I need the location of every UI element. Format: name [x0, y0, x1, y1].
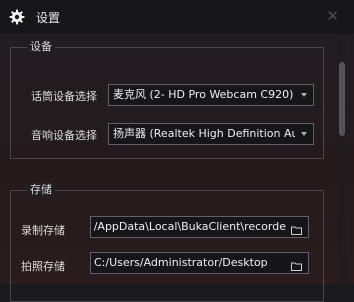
device-group: 设备 话筒设备选择 麦克风 (2- HD Pro Webcam C920) 音响… — [10, 40, 324, 159]
scrollbar-thumb[interactable] — [339, 62, 345, 136]
title-bar: 设置 ✕ — [0, 0, 354, 34]
folder-icon[interactable] — [291, 258, 302, 271]
record-path-value: C:/Users/Administrator/AppData\Local\Buk… — [94, 220, 286, 233]
record-path-field[interactable]: C:/Users/Administrator/AppData\Local\Buk… — [90, 216, 309, 238]
storage-group-title: 存储 — [27, 183, 55, 197]
storage-group: 存储 录制存储 C:/Users/Administrator/AppData\L… — [10, 183, 324, 302]
scrollbar[interactable] — [338, 34, 346, 284]
close-icon[interactable]: ✕ — [326, 7, 339, 25]
settings-content: 设备 话筒设备选择 麦克风 (2- HD Pro Webcam C920) 音响… — [0, 34, 354, 302]
speaker-select-value: 扬声器 (Realtek High Definition Audio) — [113, 127, 295, 140]
speaker-label: 音响设备选择 — [31, 129, 97, 142]
folder-icon[interactable] — [291, 222, 302, 235]
mic-select-value: 麦克风 (2- HD Pro Webcam C920) — [113, 88, 294, 101]
mic-label: 话筒设备选择 — [31, 90, 97, 103]
mic-select[interactable]: 麦克风 (2- HD Pro Webcam C920) — [108, 84, 314, 106]
photo-storage-label: 拍照存储 — [21, 260, 65, 273]
device-group-title: 设备 — [27, 40, 55, 54]
chevron-down-icon — [301, 132, 307, 136]
photo-path-field[interactable]: C:/Users/Administrator/Desktop — [90, 252, 309, 274]
window-title: 设置 — [36, 11, 61, 25]
photo-path-value: C:/Users/Administrator/Desktop — [94, 256, 268, 269]
gear-icon — [9, 9, 25, 25]
speaker-select[interactable]: 扬声器 (Realtek High Definition Audio) — [108, 123, 314, 145]
chevron-down-icon — [301, 93, 307, 97]
record-storage-label: 录制存储 — [21, 224, 65, 237]
